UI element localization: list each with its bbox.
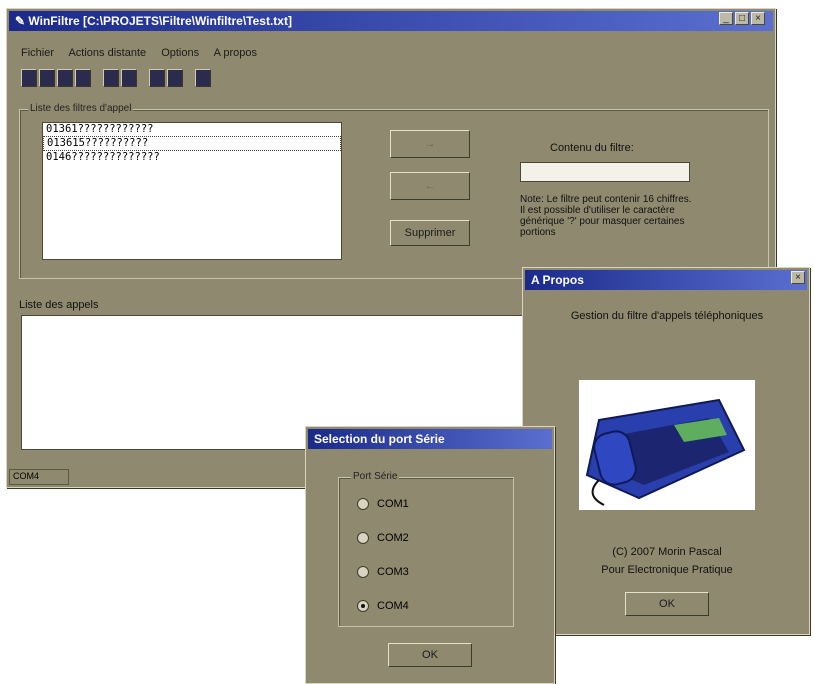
radio-com1-label: COM1 bbox=[377, 498, 409, 510]
status-bar: COM4 bbox=[9, 469, 69, 485]
close-button[interactable]: × bbox=[751, 12, 765, 25]
telephone-icon bbox=[579, 380, 755, 510]
about-heading: Gestion du filtre d'appels téléphoniques bbox=[570, 310, 764, 322]
serial-ok-button[interactable]: OK bbox=[388, 643, 472, 667]
about-dialog: A Propos × Gestion du filtre d'appels té… bbox=[522, 267, 810, 635]
maximize-button[interactable]: □ bbox=[735, 12, 749, 25]
arrow-left-icon: ← bbox=[424, 180, 436, 192]
menu-fichier[interactable]: Fichier bbox=[21, 47, 54, 59]
menu-options[interactable]: Options bbox=[161, 47, 199, 59]
save-icon[interactable] bbox=[57, 69, 73, 87]
menu-actions-distante[interactable]: Actions distante bbox=[68, 47, 146, 59]
radio-com4-dot[interactable] bbox=[357, 600, 369, 612]
radio-com3-dot[interactable] bbox=[357, 566, 369, 578]
app-icon: ✎ bbox=[15, 14, 29, 28]
serial-title: Selection du port Série bbox=[314, 432, 445, 446]
radio-com4[interactable]: COM4 bbox=[357, 600, 409, 612]
radio-com3-label: COM3 bbox=[377, 566, 409, 578]
upload-icon[interactable] bbox=[149, 69, 165, 87]
new-file-icon[interactable] bbox=[21, 69, 37, 87]
save-as-icon[interactable] bbox=[75, 69, 91, 87]
delete-icon[interactable] bbox=[103, 69, 119, 87]
calls-label: Liste des appels bbox=[19, 299, 99, 311]
download-icon[interactable] bbox=[167, 69, 183, 87]
list-item[interactable]: 01361???????????? bbox=[43, 123, 341, 136]
menu-a-propos[interactable]: A propos bbox=[214, 47, 257, 59]
radio-com4-label: COM4 bbox=[377, 600, 409, 612]
status-port: COM4 bbox=[13, 471, 40, 481]
about-titlebar: A Propos bbox=[525, 270, 807, 290]
toolbar bbox=[21, 69, 213, 93]
remove-filter-button[interactable]: ← bbox=[390, 172, 470, 200]
menu-bar: Fichier Actions distante Options A propo… bbox=[21, 47, 269, 63]
serial-group-label: Port Série bbox=[351, 471, 400, 482]
main-titlebar: ✎ WinFiltre [C:\PROJETS\Filtre\Winfiltre… bbox=[9, 11, 773, 31]
list-item[interactable]: 0146?????????????? bbox=[43, 151, 341, 164]
radio-com1-dot[interactable] bbox=[357, 498, 369, 510]
radio-com1[interactable]: COM1 bbox=[357, 498, 409, 510]
add-filter-button[interactable]: → bbox=[390, 130, 470, 158]
radio-com3[interactable]: COM3 bbox=[357, 566, 409, 578]
serial-port-group: Port Série COM1 COM2 COM3 COM4 bbox=[338, 471, 514, 627]
window-title: WinFiltre [C:\PROJETS\Filtre\Winfiltre\T… bbox=[28, 14, 292, 28]
radio-com2-label: COM2 bbox=[377, 532, 409, 544]
about-copyright: (C) 2007 Morin Pascal bbox=[612, 546, 722, 558]
info-icon[interactable] bbox=[121, 69, 137, 87]
filter-note: Note: Le filtre peut contenir 16 chiffre… bbox=[520, 194, 692, 238]
settings-icon[interactable] bbox=[195, 69, 211, 87]
about-close-button[interactable]: × bbox=[791, 271, 805, 284]
content-label: Contenu du filtre: bbox=[550, 142, 634, 154]
serial-titlebar: Selection du port Série bbox=[308, 429, 552, 449]
minimize-button[interactable]: _ bbox=[719, 12, 733, 25]
radio-com2[interactable]: COM2 bbox=[357, 532, 409, 544]
list-item[interactable]: 013615?????????? bbox=[43, 136, 341, 151]
open-folder-icon[interactable] bbox=[39, 69, 55, 87]
filters-list[interactable]: 01361???????????? 013615?????????? 0146?… bbox=[42, 122, 342, 260]
radio-com2-dot[interactable] bbox=[357, 532, 369, 544]
filters-group-label: Liste des filtres d'appel bbox=[28, 103, 134, 114]
serial-port-dialog: Selection du port Série Port Série COM1 … bbox=[305, 426, 555, 684]
about-publication: Pour Electronique Pratique bbox=[601, 564, 733, 576]
about-ok-button[interactable]: OK bbox=[625, 592, 709, 616]
filters-group: Liste des filtres d'appel 01361?????????… bbox=[19, 103, 769, 279]
delete-button[interactable]: Supprimer bbox=[390, 220, 470, 246]
about-title: A Propos bbox=[531, 273, 584, 287]
filter-content-input[interactable] bbox=[520, 162, 690, 182]
arrow-right-icon: → bbox=[424, 138, 436, 150]
